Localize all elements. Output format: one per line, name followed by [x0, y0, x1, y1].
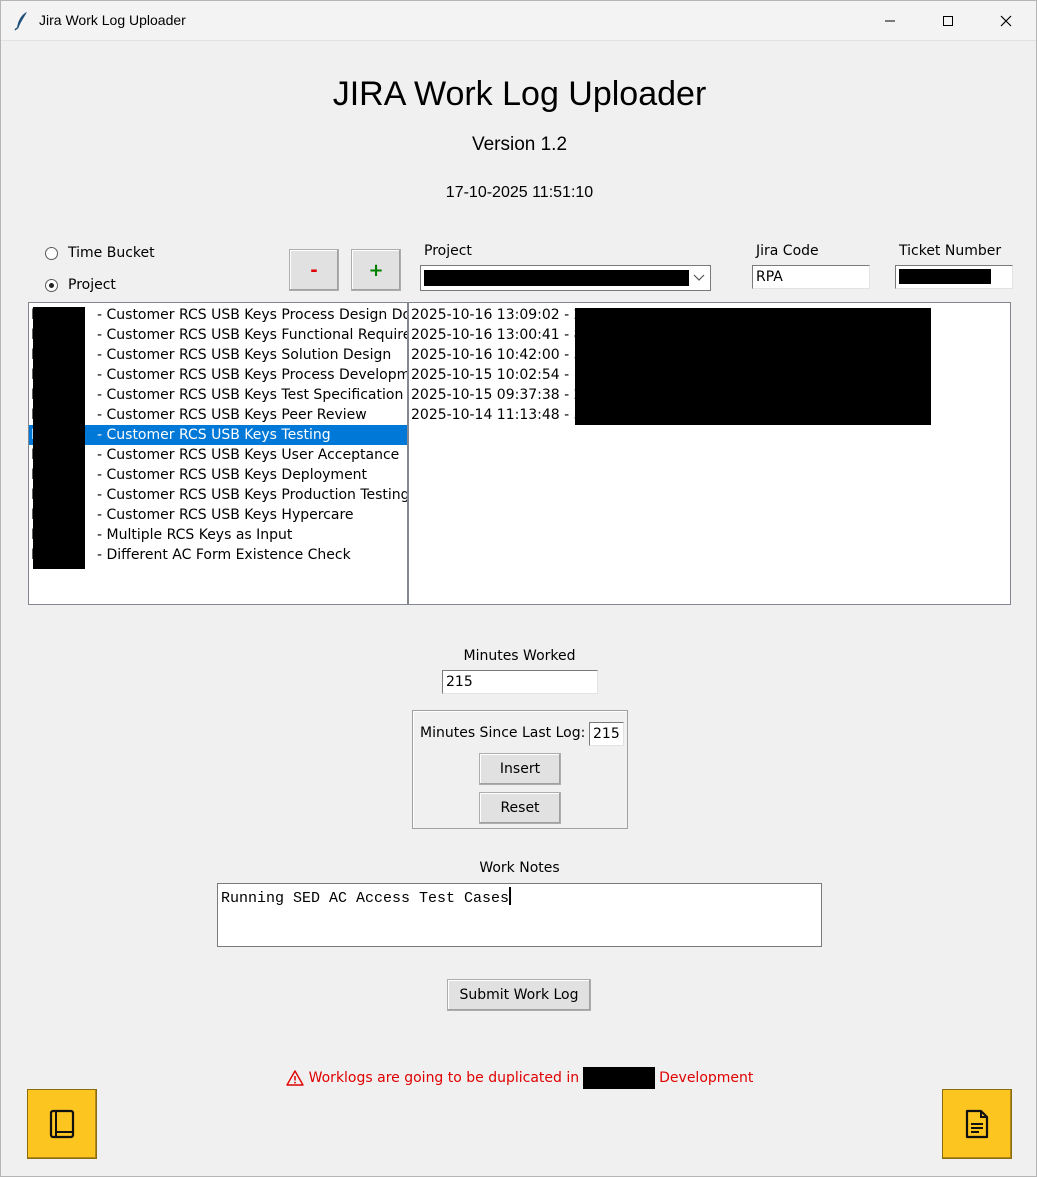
ticket-list-item[interactable]: F- Customer RCS USB Keys Process Develop…	[29, 365, 407, 385]
reset-button[interactable]: Reset	[479, 792, 561, 824]
insert-button[interactable]: Insert	[479, 753, 561, 785]
document-icon	[965, 1109, 989, 1139]
work-notes-textarea[interactable]: Running SED AC Access Test Cases	[217, 883, 822, 947]
ticket-title: - Customer RCS USB Keys Test Specificati…	[97, 387, 404, 403]
submit-worklog-button[interactable]: Submit Work Log	[447, 979, 591, 1011]
app-window: Jira Work Log Uploader JIRA Work Log Upl…	[0, 0, 1037, 1177]
warning-text-suffix: Development	[659, 1070, 754, 1086]
ticket-title: - Customer RCS USB Keys Production Testi…	[97, 487, 408, 503]
ticket-list-item[interactable]: F- Customer RCS USB Keys Test Specificat…	[29, 385, 407, 405]
app-title: JIRA Work Log Uploader	[332, 75, 707, 113]
feather-icon	[14, 12, 27, 31]
book-button[interactable]	[27, 1089, 97, 1159]
title-bar: Jira Work Log Uploader	[1, 1, 1036, 41]
maximize-icon	[943, 16, 953, 26]
ticket-title: - Customer RCS USB Keys Testing	[97, 427, 331, 443]
ticket-list-item[interactable]: F- Customer RCS USB Keys Process Design …	[29, 305, 407, 325]
chevron-down-icon	[693, 274, 705, 281]
ticket-list-item[interactable]: F- Customer RCS USB Keys Hypercare	[29, 505, 407, 525]
radio-indicator	[45, 246, 58, 260]
minutes-worked-input[interactable]: 215	[442, 670, 598, 694]
warning-banner: Worklogs are going to be duplicated in D…	[1, 1067, 1037, 1089]
project-label: Project	[424, 243, 472, 259]
jira-code-label: Jira Code	[756, 243, 819, 259]
ticket-title: - Customer RCS USB Keys Process Design D…	[97, 307, 408, 323]
redacted-project-name	[424, 270, 689, 286]
ticket-list-item[interactable]: F- Customer RCS USB Keys Production Test…	[29, 485, 407, 505]
ticket-number-input[interactable]	[895, 265, 1013, 289]
radio-time-bucket[interactable]: Time Bucket	[45, 245, 155, 261]
redacted-environment	[583, 1067, 656, 1089]
ticket-title: - Customer RCS USB Keys User Acceptance	[97, 447, 400, 463]
version-label: Version 1.2	[471, 134, 568, 155]
minutes-since-input[interactable]: 215	[589, 722, 624, 746]
ticket-title: - Multiple RCS Keys as Input	[97, 527, 293, 543]
book-icon	[49, 1109, 75, 1139]
minimize-icon	[885, 20, 895, 22]
ticket-list-item[interactable]: F- Customer RCS USB Keys Functional Requ…	[29, 325, 407, 345]
radio-indicator	[45, 278, 58, 292]
radio-label: Time Bucket	[68, 245, 155, 261]
redacted-ticket-ids	[33, 307, 85, 569]
ticket-title: - Customer RCS USB Keys Hypercare	[97, 507, 354, 523]
text-cursor	[509, 887, 512, 905]
work-notes-label: Work Notes	[479, 860, 560, 876]
ticket-list-item[interactable]: F- Customer RCS USB Keys Testing	[29, 425, 407, 445]
ticket-title: - Customer RCS USB Keys Peer Review	[97, 407, 367, 423]
document-button[interactable]	[942, 1089, 1012, 1159]
ticket-list-item[interactable]: F- Customer RCS USB Keys Deployment	[29, 465, 407, 485]
radio-label: Project	[68, 277, 116, 293]
minutes-since-label: Minutes Since Last Log:	[420, 725, 586, 741]
minutes-worked-label: Minutes Worked	[463, 648, 576, 664]
minutes-since-group: Minutes Since Last Log: 215 Insert Reset	[412, 710, 628, 829]
warning-text-prefix: Worklogs are going to be duplicated in	[308, 1070, 580, 1086]
maximize-button[interactable]	[919, 1, 977, 41]
datetime-label: 17-10-2025 11:51:10	[445, 184, 594, 201]
ticket-list-item[interactable]: F- Customer RCS USB Keys Solution Design	[29, 345, 407, 365]
work-notes-text: Running SED AC Access Test Cases	[221, 890, 510, 907]
ticket-title: - Customer RCS USB Keys Functional Requi…	[97, 327, 408, 343]
add-button[interactable]: +	[351, 249, 401, 291]
ticket-list-item[interactable]: F- Customer RCS USB Keys Peer Review	[29, 405, 407, 425]
redacted-ticket-number	[899, 269, 991, 284]
window-title: Jira Work Log Uploader	[39, 12, 186, 28]
remove-button[interactable]: -	[289, 249, 339, 291]
ticket-list-item[interactable]: F- Customer RCS USB Keys User Acceptance	[29, 445, 407, 465]
ticket-title: - Customer RCS USB Keys Solution Design	[97, 347, 392, 363]
ticket-list-item[interactable]: F- Different AC Form Existence Check	[29, 545, 407, 565]
jira-code-input[interactable]: RPA	[752, 265, 870, 289]
ticket-listbox[interactable]: F- Customer RCS USB Keys Process Design …	[28, 302, 408, 605]
project-dropdown[interactable]	[420, 265, 711, 291]
ticket-list-item[interactable]: F- Multiple RCS Keys as Input	[29, 525, 407, 545]
ticket-title: - Customer RCS USB Keys Process Developm…	[97, 367, 408, 383]
ticket-title: - Different AC Form Existence Check	[97, 547, 351, 563]
close-button[interactable]	[977, 1, 1035, 41]
worklog-listbox[interactable]: 2025-10-16 13:09:02 - 2h 3 2025-10-16 13:…	[408, 302, 1011, 605]
ticket-title: - Customer RCS USB Keys Deployment	[97, 467, 368, 483]
minimize-button[interactable]	[861, 1, 919, 41]
redacted-worklog-details	[575, 308, 931, 425]
warning-triangle-icon	[285, 1070, 304, 1086]
ticket-number-label: Ticket Number	[899, 243, 1002, 259]
radio-project[interactable]: Project	[45, 277, 116, 293]
close-icon	[1000, 15, 1012, 27]
